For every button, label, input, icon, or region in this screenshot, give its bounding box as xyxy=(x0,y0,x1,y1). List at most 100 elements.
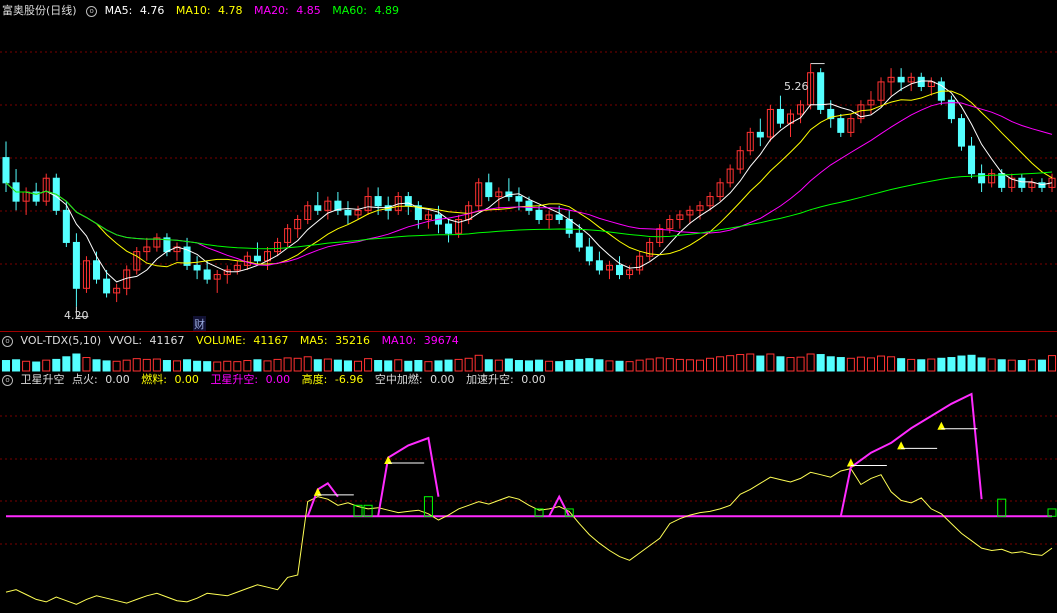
volume-bar xyxy=(645,358,654,372)
indicator-chart[interactable] xyxy=(0,372,1057,613)
volume-bar xyxy=(957,355,966,372)
volume-bar xyxy=(685,359,694,372)
volume-bar xyxy=(162,360,171,372)
volume-bar xyxy=(846,357,855,372)
volume-bar xyxy=(142,358,151,372)
volume-bar xyxy=(615,360,624,372)
volume-bar xyxy=(726,355,735,372)
volume-bar xyxy=(977,357,986,372)
candle-body xyxy=(193,264,201,271)
candle-body xyxy=(555,214,563,221)
volume-bar xyxy=(474,354,483,372)
volume-bar xyxy=(384,360,393,372)
ma5-line xyxy=(5,80,1053,283)
volume-bar xyxy=(12,359,21,372)
volume-bar xyxy=(917,359,926,372)
ma10-line xyxy=(5,90,1053,268)
volume-bar xyxy=(595,359,604,372)
volume-bar xyxy=(535,359,544,372)
candle-body xyxy=(515,196,523,202)
volume-bar xyxy=(364,358,373,372)
volume-chart[interactable] xyxy=(0,332,1057,372)
candlestick-chart[interactable] xyxy=(0,0,1057,330)
candle-body xyxy=(445,223,453,234)
volume-bar xyxy=(424,361,433,372)
volume-bar xyxy=(675,358,684,372)
volume-bar xyxy=(836,357,845,372)
volume-bar xyxy=(816,354,825,372)
volume-bar xyxy=(504,358,513,372)
volume-bar xyxy=(22,360,31,372)
ma20-line xyxy=(5,102,1053,266)
candle-body xyxy=(1018,177,1026,188)
volume-bar xyxy=(1037,359,1046,372)
volume-bar xyxy=(303,356,312,372)
volume-bar xyxy=(1047,355,1057,372)
candle-body xyxy=(374,196,382,207)
volume-bar xyxy=(132,358,141,372)
volume-bar xyxy=(283,357,292,372)
candle-body xyxy=(957,118,965,147)
volume-bar xyxy=(82,357,91,372)
volume-bar xyxy=(112,360,121,372)
volume-bar xyxy=(746,353,755,372)
volume-bar xyxy=(575,358,584,372)
volume-bar xyxy=(756,355,765,372)
volume-bar xyxy=(263,360,272,372)
volume-bar xyxy=(796,356,805,372)
candle-body xyxy=(978,173,986,184)
candle-body xyxy=(998,173,1006,188)
height-line xyxy=(5,468,1053,605)
candle-body xyxy=(344,209,352,216)
volume-bar xyxy=(826,356,835,372)
price-panel: 富奥股份(日线) o MA5: 4.76 MA10: 4.78 MA20: 4.… xyxy=(0,0,1057,332)
candle-body xyxy=(535,209,543,221)
volume-bar xyxy=(866,357,875,372)
candle-body xyxy=(253,255,261,262)
candle-body xyxy=(595,260,603,271)
volume-bar xyxy=(203,361,212,372)
candle-body xyxy=(756,131,764,138)
volume-bar xyxy=(776,356,785,372)
candle-body xyxy=(575,232,583,248)
volume-bar xyxy=(122,359,131,372)
volume-bar xyxy=(343,360,352,372)
volume-bar xyxy=(706,357,715,372)
fuel-box xyxy=(1047,508,1057,517)
finance-marker[interactable]: 财 xyxy=(193,316,206,332)
candle-body xyxy=(776,108,784,124)
fuel-box xyxy=(997,498,1007,517)
volume-bar xyxy=(665,358,674,372)
volume-bar xyxy=(524,360,534,372)
volume-bar xyxy=(555,361,564,372)
volume-bar xyxy=(323,358,332,372)
volume-bar xyxy=(625,361,634,372)
volume-bar xyxy=(967,354,976,372)
volume-bar xyxy=(333,359,342,372)
candle-body xyxy=(485,182,493,198)
volume-bar xyxy=(897,358,906,372)
volume-bar xyxy=(605,360,614,372)
volume-bar xyxy=(52,358,61,372)
volume-bar xyxy=(233,361,242,372)
volume-bar xyxy=(273,358,282,372)
volume-bar xyxy=(72,353,81,372)
high-price-label: 5.26 xyxy=(784,80,809,93)
volume-bar xyxy=(253,359,262,372)
volume-bar xyxy=(454,358,463,372)
volume-panel: o VOL-TDX(5,10) VVOL: 41167 VOLUME: 4116… xyxy=(0,332,1057,372)
volume-bar xyxy=(172,360,182,372)
indicator-panel: o 卫星升空 点火: 0.00 燃料: 0.00 卫星升空: 0.00 高度: … xyxy=(0,372,1057,613)
volume-bar xyxy=(183,359,192,372)
volume-bar xyxy=(876,355,886,372)
candle-body xyxy=(585,246,593,262)
volume-bar xyxy=(1,360,11,372)
volume-bar xyxy=(42,359,51,372)
candle-body xyxy=(616,264,624,276)
volume-bar xyxy=(404,360,413,372)
volume-bar xyxy=(293,357,302,372)
candle-body xyxy=(314,205,322,211)
volume-bar xyxy=(1007,359,1016,372)
candle-body xyxy=(2,157,10,184)
candle-body xyxy=(103,278,111,294)
